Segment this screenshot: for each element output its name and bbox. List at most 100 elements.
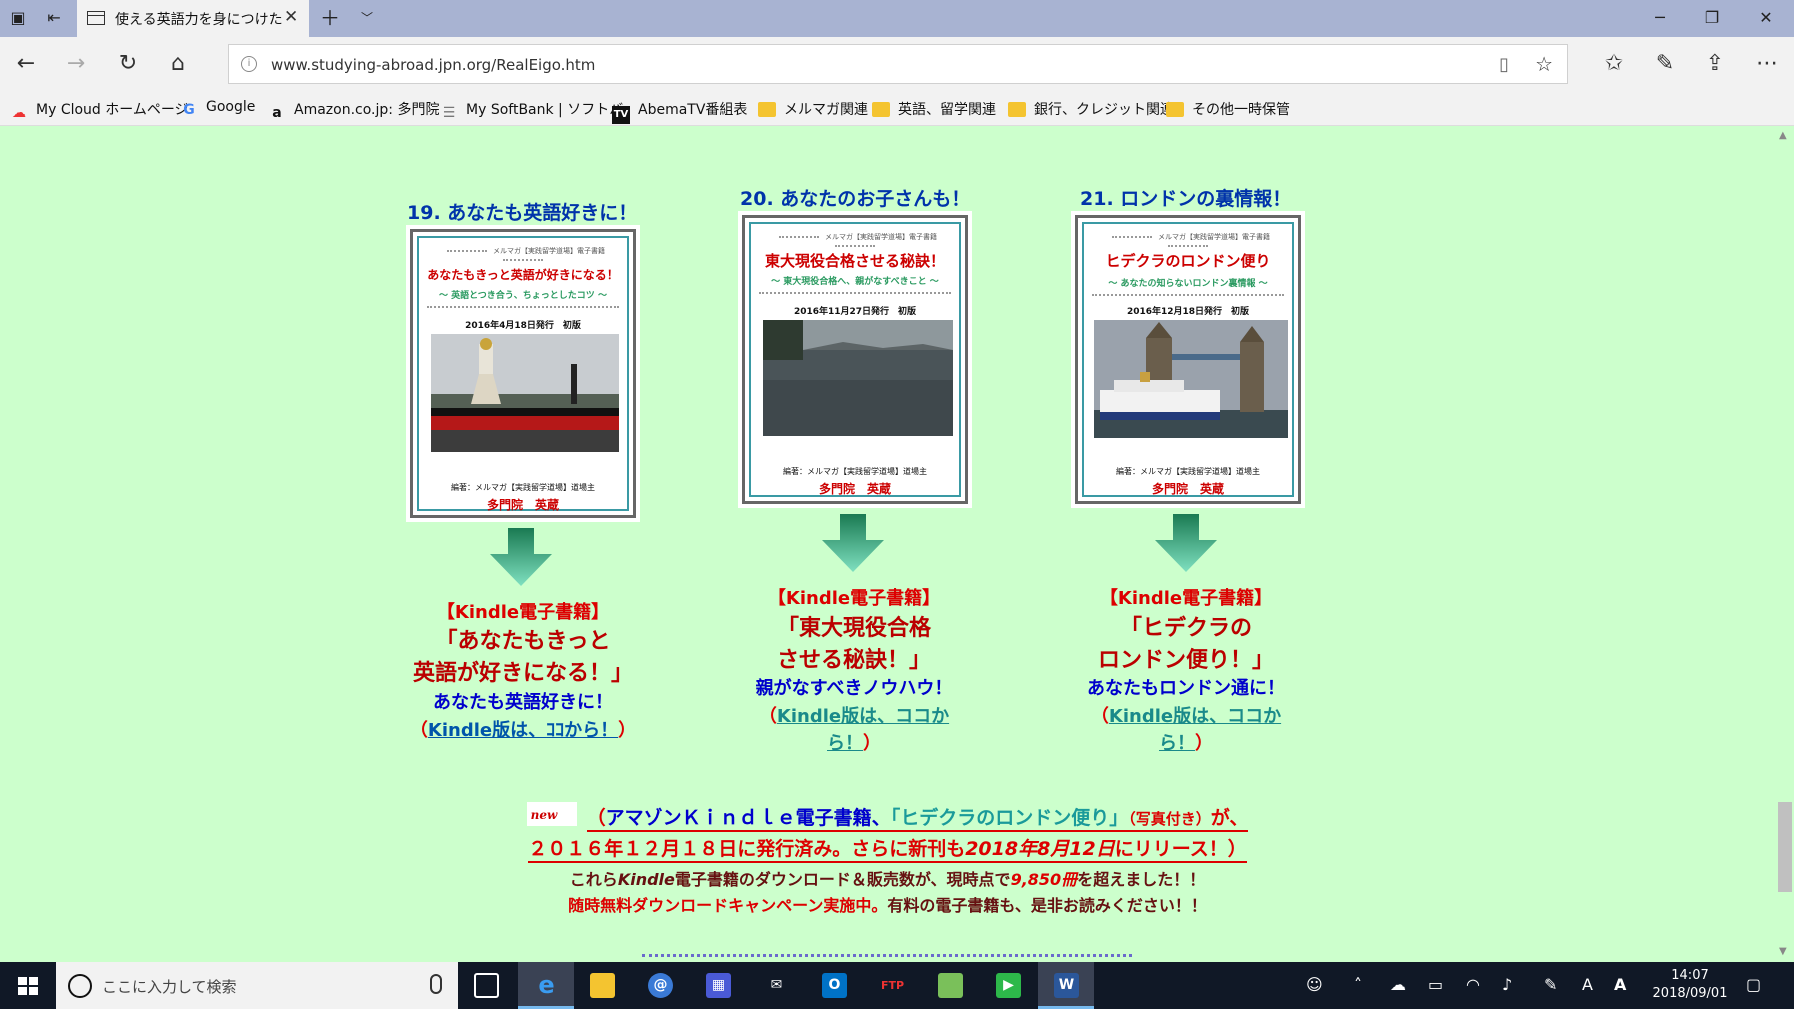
cover-title: あなたもきっと英語が好きになる！ — [427, 268, 619, 282]
book-20-kindle-label: 【Kindle電子書籍】 — [767, 588, 941, 609]
ime-mode-icon[interactable]: A — [1582, 975, 1593, 994]
cover-date: 2016年4月18日発行 初版 — [465, 321, 581, 331]
ime-toggle-icon[interactable]: A — [1614, 975, 1626, 994]
file-explorer-icon[interactable] — [574, 962, 630, 1009]
folder-icon — [1008, 102, 1026, 117]
scrollbar-thumb[interactable] — [1778, 802, 1792, 892]
cover-author: 多門院 英蔵 — [1151, 482, 1224, 496]
book-19-title-line1: 「あなたもきっと — [435, 629, 611, 654]
book-21-link-line1: （Kindle版は、ココか — [1090, 706, 1282, 727]
reading-view-icon[interactable]: ▯ — [1499, 54, 1509, 75]
outlook-icon[interactable]: O — [806, 962, 862, 1009]
book-20-kindle-link[interactable]: Kindle版は、ココか — [777, 706, 949, 727]
cover-author: 多門院 英蔵 — [818, 482, 891, 496]
restore-button[interactable]: ❐ — [1692, 6, 1732, 30]
book-19-title-line2: 英語が好きになる！」 — [412, 661, 633, 686]
favorite-google[interactable]: G Google — [180, 99, 255, 119]
search-placeholder: ここに入力して検索 — [102, 978, 237, 996]
battery-icon[interactable]: ▭ — [1428, 975, 1443, 994]
people-icon[interactable]: ☺ — [1306, 975, 1323, 994]
tab-title: 使える英語力を身につけた — [115, 12, 283, 28]
tab-preview-chevron-icon[interactable]: ﹀ — [357, 8, 377, 28]
address-bar[interactable]: i www.studying-abroad.jpn.org/RealEigo.h… — [228, 44, 1568, 84]
web-note-icon[interactable]: ✎ — [1651, 50, 1679, 78]
favorite-star-icon[interactable]: ☆ — [1535, 52, 1553, 76]
media-player-icon[interactable]: ▶ — [980, 962, 1036, 1009]
cover-date: 2016年12月18日発行 初版 — [1126, 307, 1250, 317]
book-21-cover[interactable]: メルマガ【実践留学道場】電子書籍 ヒデクラのロンドン便り ～ あなたの知らないロ… — [1075, 215, 1301, 504]
more-menu-icon[interactable]: ⋯ — [1753, 50, 1781, 78]
back-button[interactable]: ← — [12, 50, 40, 78]
site-info-icon[interactable]: i — [241, 56, 257, 72]
share-icon[interactable]: ⇪ — [1701, 50, 1729, 78]
favorite-folder-mailmag[interactable]: メルマガ関連 — [758, 99, 868, 119]
dotted-divider — [642, 954, 1132, 957]
pen-workspace-icon[interactable]: ✎ — [1544, 975, 1557, 994]
book-21-link-line2: ら！） — [1159, 733, 1213, 754]
taskbar-clock[interactable]: 14:07 2018/09/01 — [1642, 967, 1738, 1003]
book-19-cover[interactable]: メルマガ【実践留学道場】電子書籍 あなたもきっと英語が好きになる！ ～ 英語とつ… — [410, 229, 636, 518]
favorite-my-cloud[interactable]: ☁ My Cloud ホームページ — [10, 99, 189, 122]
folder-icon — [872, 102, 890, 117]
taskbar-search-box[interactable]: ここに入力して検索 — [56, 962, 458, 1009]
cloud-icon: ☁ — [12, 105, 26, 121]
book-21-title-line1: 「ヒデクラの — [1119, 616, 1252, 641]
close-window-button[interactable]: ✕ — [1746, 6, 1786, 30]
book-20-cover[interactable]: メルマガ【実践留学道場】電子書籍 東大現役合格させる秘訣！ ～ 東大現役合格へ、… — [742, 215, 968, 504]
favorite-abematv[interactable]: TV AbemaTV番組表 — [612, 99, 747, 124]
set-tabs-aside-icon[interactable]: ⇤ — [44, 8, 64, 28]
action-center-icon[interactable]: ▢ — [1746, 975, 1761, 994]
cover-series: メルマガ【実践留学道場】電子書籍 — [419, 246, 627, 264]
cover-editor: 編著：メルマガ【実践留学道場】道場主 — [783, 467, 927, 476]
hideckra-book-link[interactable]: 「ヒデクラのロンドン便り」 — [891, 807, 1129, 829]
volume-icon[interactable]: ♪ — [1502, 975, 1512, 994]
favorite-softbank[interactable]: ☰ My SoftBank | ソフトバ — [440, 99, 624, 122]
ftp-app-icon[interactable]: FTP — [864, 962, 920, 1009]
calculator-app-icon[interactable]: ▦ — [690, 962, 746, 1009]
book-21-kindle-link[interactable]: Kindle版は、ココか — [1109, 706, 1281, 727]
announcement-line2: ２０１６年１２月１８日に発行済み。さらに新刊も2018年8月12日にリリース！） — [0, 834, 1775, 863]
home-button[interactable]: ⌂ — [164, 50, 192, 78]
book-19-kindle-link[interactable]: Kindle版は、ｺｺから！ — [428, 720, 618, 741]
forward-button[interactable]: → — [62, 50, 90, 78]
favorites-hub-icon[interactable]: ✩ — [1600, 50, 1628, 78]
cortana-icon — [68, 974, 92, 998]
new-tab-icon[interactable]: ＋ — [320, 8, 340, 28]
title-bar: ▣ ⇤ 使える英語力を身につけた ✕ ＋ ﹀ ─ ❐ ✕ — [0, 0, 1794, 37]
vertical-scrollbar[interactable]: ▲ ▼ — [1775, 126, 1794, 962]
mail-envelope-icon[interactable]: ✉ — [748, 962, 804, 1009]
tab-active[interactable]: 使える英語力を身につけた ✕ — [77, 0, 309, 37]
new-badge-icon: new — [526, 802, 577, 826]
favorite-folder-bank[interactable]: 銀行、クレジット関連 — [1008, 99, 1174, 119]
book-20-link-line2: ら！） — [827, 733, 881, 754]
folder-icon — [758, 102, 776, 117]
cover-photo-sea — [763, 320, 953, 436]
favorite-folder-other[interactable]: その他一時保管 — [1166, 99, 1290, 119]
minimize-button[interactable]: ─ — [1640, 6, 1680, 30]
show-hidden-icons-chevron-icon[interactable]: ˄ — [1354, 975, 1362, 994]
onedrive-icon[interactable]: ☁ — [1390, 975, 1406, 994]
cover-editor: 編著：メルマガ【実践留学道場】道場主 — [451, 483, 595, 492]
refresh-button[interactable]: ↻ — [114, 50, 142, 78]
image-viewer-icon[interactable] — [922, 962, 978, 1009]
wifi-icon[interactable]: ◠ — [1466, 975, 1480, 994]
task-view-icon[interactable] — [458, 962, 514, 1009]
tab-actions-icon[interactable]: ▣ — [8, 8, 28, 28]
book-21-tagline: あなたもロンドン通に！ — [1087, 678, 1285, 699]
down-arrow-icon — [822, 514, 884, 572]
microphone-icon[interactable] — [430, 974, 442, 994]
edge-browser-icon[interactable]: e — [518, 962, 574, 1009]
close-tab-icon[interactable]: ✕ — [284, 7, 298, 27]
favorite-folder-english[interactable]: 英語、留学関連 — [872, 99, 996, 119]
announcement-line1: new （アマゾンＫｉｎｄｌｅ電子書籍、「ヒデクラのロンドン便り」（写真付き）が、 — [0, 802, 1775, 832]
word-icon[interactable]: W — [1038, 962, 1094, 1009]
cover-date: 2016年11月27日発行 初版 — [793, 307, 917, 317]
cover-author: 多門院 英蔵 — [486, 498, 559, 512]
url-text[interactable]: www.studying-abroad.jpn.org/RealEigo.htm — [271, 56, 595, 74]
scroll-up-icon[interactable]: ▲ — [1779, 130, 1787, 141]
favorite-amazon[interactable]: a Amazon.co.jp: 多門院 — [268, 99, 439, 122]
mail-client-icon[interactable]: @ — [632, 962, 688, 1009]
scroll-down-icon[interactable]: ▼ — [1779, 946, 1787, 957]
windows-start-icon[interactable] — [0, 962, 56, 1009]
folder-icon — [1166, 102, 1184, 117]
